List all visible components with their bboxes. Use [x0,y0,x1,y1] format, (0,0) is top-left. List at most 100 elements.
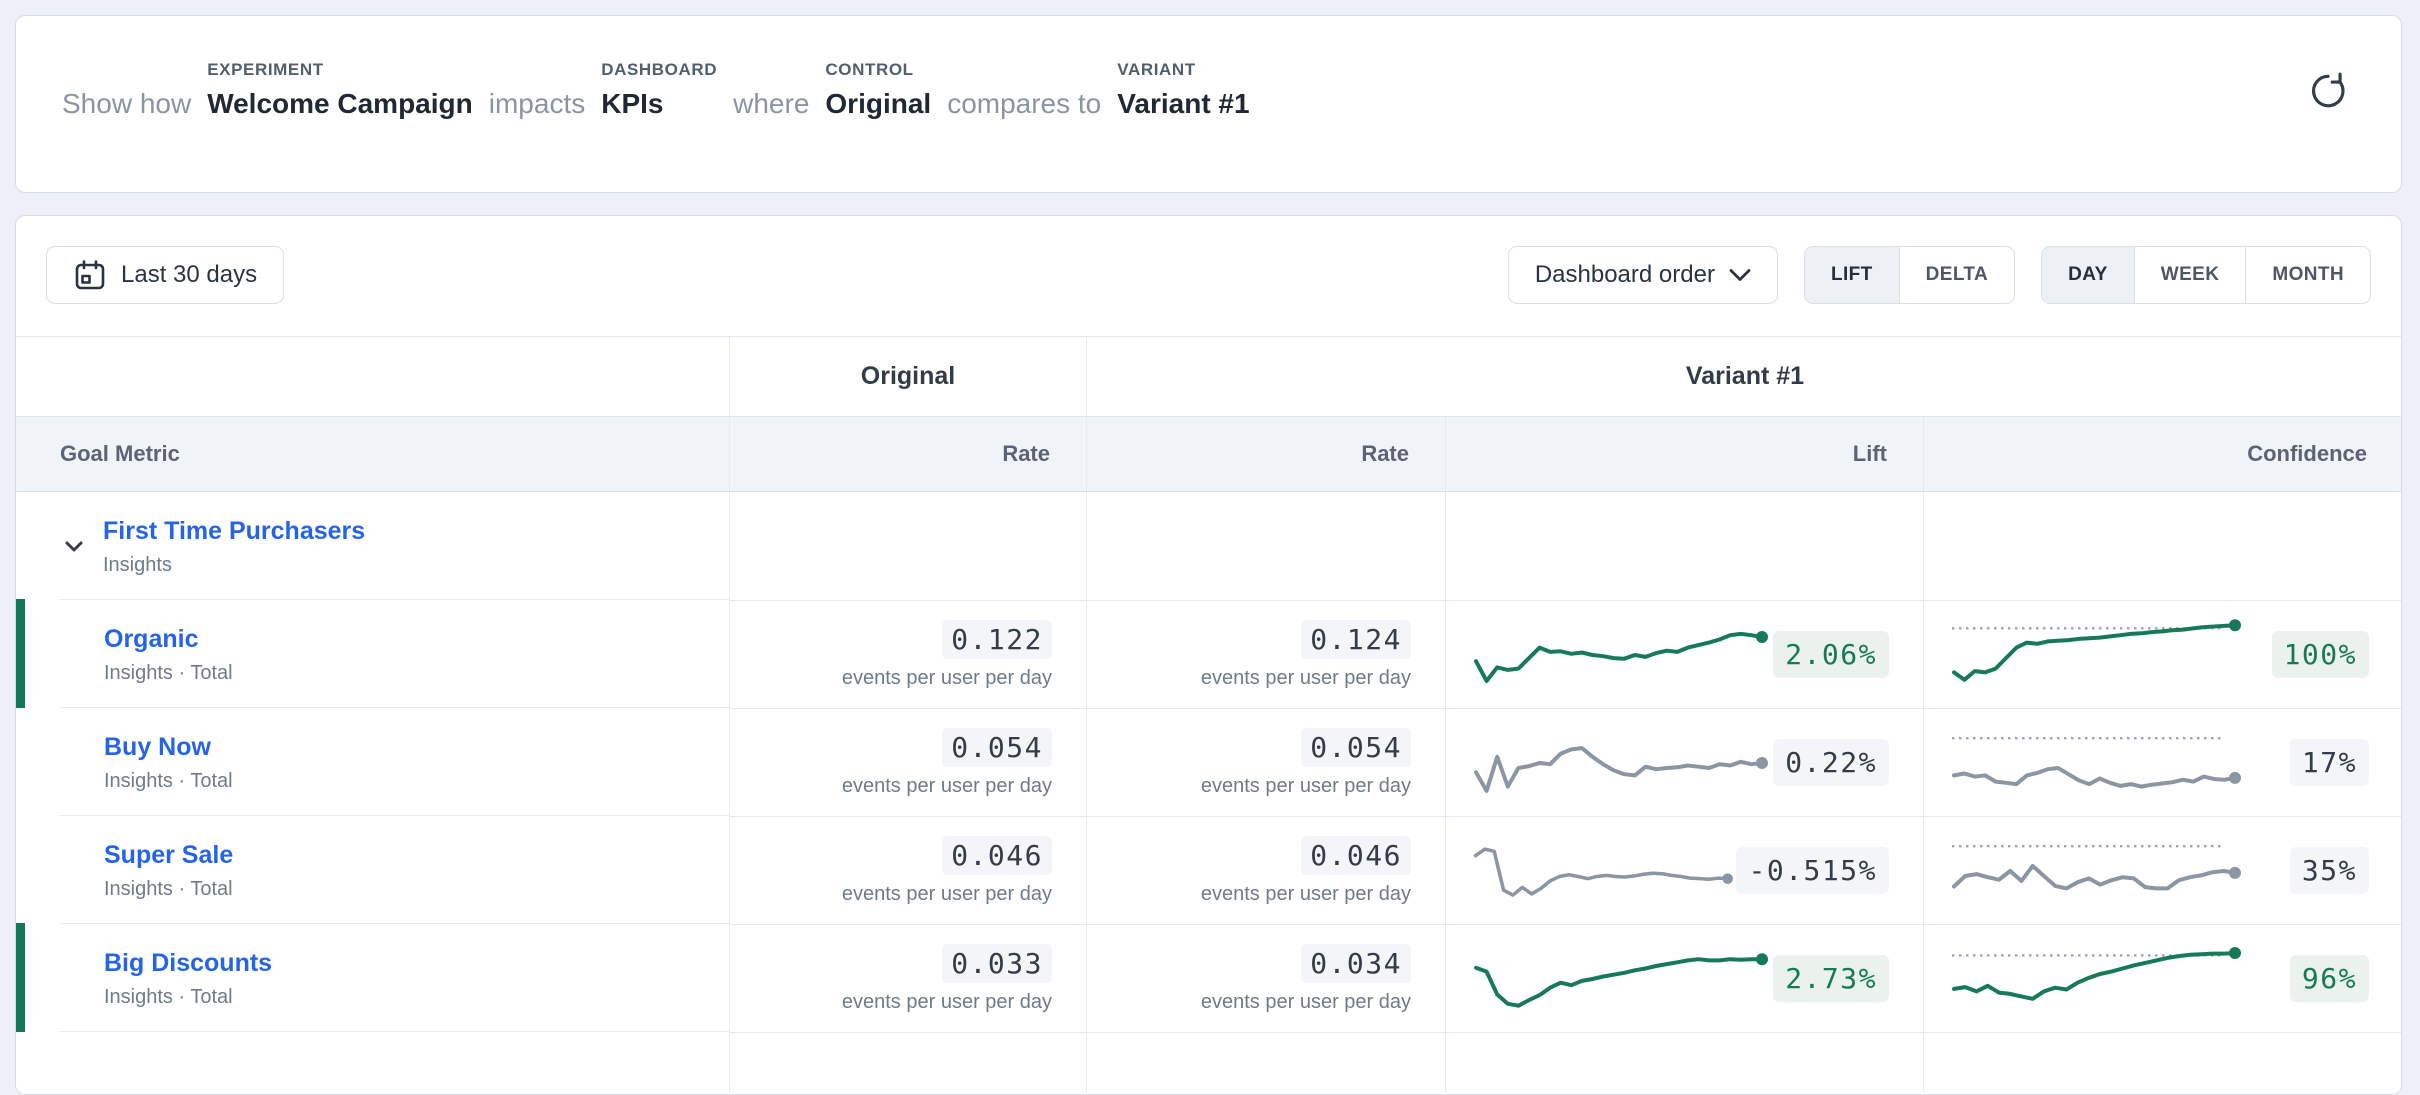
query-token-where: where [733,87,809,121]
confidence-cell: 17% [1924,708,2402,816]
confidence-cell: 35% [1924,816,2402,924]
variant-rate-value: 0.124 [1301,620,1411,659]
confidence-value: 100% [2272,631,2369,678]
group-metric-subtitle: Insights [103,554,365,577]
query-token-variant[interactable]: VARIANT Variant #1 [1117,60,1249,121]
metric-link[interactable]: Super Sale [104,841,233,869]
empty-group-cell [16,337,730,416]
granularity-toggle: DAYWEEKMONTH [2041,246,2371,304]
rate-unit: events per user per day [1201,775,1411,798]
refresh-button[interactable] [2307,70,2349,112]
lift-cell: 2.06% [1446,600,1924,708]
rate-unit: events per user per day [1201,883,1411,906]
segment-delta[interactable]: DELTA [1899,247,2015,303]
control-rate-cell: 0.046events per user per day [730,816,1087,924]
date-range-label: Last 30 days [121,261,257,289]
query-token-compares-to: compares to [947,87,1101,121]
rate-unit: events per user per day [1201,991,1411,1014]
variant-rate-cell: 0.124events per user per day [1087,600,1446,708]
rate-unit: events per user per day [842,883,1052,906]
lift-value: 2.06% [1773,631,1889,678]
segment-day[interactable]: DAY [2042,247,2134,303]
col-header-lift: Lift [1446,417,1924,491]
date-range-button[interactable]: Last 30 days [46,246,284,304]
control-rate-cell: 0.033events per user per day [730,924,1087,1032]
sparkline-chart [1472,830,1736,912]
confidence-cell: 100% [1924,600,2402,708]
query-token-text: compares to [947,87,1101,121]
variant-column-group: Variant #1 [1087,337,2402,416]
lift-delta-toggle: LIFTDELTA [1804,246,2015,304]
query-token-eyebrow: CONTROL [825,60,931,80]
metric-row-buy-now: Buy Now Insights · Total 0.054 events per u… [16,708,2401,816]
query-token-control[interactable]: CONTROLOriginal [825,60,931,121]
query-token-text: KPIs [601,87,717,121]
query-token-impacts: impacts [489,87,585,121]
metric-link[interactable]: Buy Now [104,733,211,761]
results-card: Last 30 days Dashboard order LIFTDELTA D… [15,215,2402,1095]
variant-rate-value: 0.046 [1301,836,1411,875]
group-metric-link[interactable]: First Time Purchasers [103,517,365,545]
query-sentence: Show how EXPERIMENT Welcome Campaign impact… [62,60,2307,149]
metric-subtitle: Insights · Total [104,878,233,901]
variant-rate-cell: 0.034 events per user per day [1087,924,1446,1032]
col-header-goal-metric: Goal Metric [16,417,730,491]
variant-rate-value: 0.054 [1301,728,1411,767]
control-rate-value: 0.033 [942,944,1052,983]
query-token-dashboard[interactable]: DASHBOARD KPIs [601,60,717,121]
control-rate-cell: 0.122 events per user per day [730,600,1087,708]
variant-rate-value: 0.034 [1301,944,1411,983]
query-token-show-how: Show how [62,87,191,121]
control-rate-cell: 0.054events per user per day [730,708,1087,816]
confidence-value: 96% [2290,955,2369,1002]
segment-week[interactable]: WEEK [2134,247,2246,303]
query-token-text: where [733,87,809,121]
variant-rate-cell: 0.054 events per user per day [1087,708,1446,816]
toolbar: Last 30 days Dashboard order LIFTDELTA D… [16,216,2401,336]
significance-accent-bar [16,599,25,708]
query-token-text: Show how [62,87,191,121]
confidence-value: 35% [2290,847,2369,894]
query-token-eyebrow: DASHBOARD [601,60,717,80]
metric-row-big-discounts: Big DiscountsInsights · Total0.033events… [16,924,2401,1032]
control-column-group: Original [730,337,1087,416]
sort-order-label: Dashboard order [1535,261,1715,289]
calendar-icon [73,258,107,292]
metric-subtitle: Insights · Total [104,770,233,793]
lift-value: 2.73% [1773,955,1889,1002]
metric-row-super-sale: Super Sale Insights · Total 0.046 events pe… [16,816,2401,924]
metric-row-organic: Organic Insights · Total 0.122 events per u… [16,600,2401,708]
query-builder-card: Show how EXPERIMENT Welcome Campaign impact… [15,15,2402,193]
next-row-partial [16,1032,2401,1092]
control-rate-value: 0.122 [942,620,1052,659]
sparkline-chart [1950,722,2245,804]
query-token-text: impacts [489,87,585,121]
variant-rate-cell: 0.046 events per user per day [1087,816,1446,924]
query-token-eyebrow: VARIANT [1117,60,1249,80]
metric-link[interactable]: Organic [104,625,198,653]
column-header-row: Goal Metric Rate Rate Lift Confidence [16,417,2401,492]
query-token-text: Variant #1 [1117,87,1249,121]
metric-link[interactable]: Big Discounts [104,949,272,977]
confidence-cell: 96% [1924,924,2402,1032]
chevron-down-icon [1729,268,1751,282]
sort-order-button[interactable]: Dashboard order [1508,246,1778,304]
query-token-eyebrow: EXPERIMENT [207,60,473,80]
group-row-first-time-purchasers: First Time Purchasers Insights [16,492,2401,600]
table-body: First Time Purchasers Insights Organic Insi… [16,492,2401,1032]
col-header-control-rate: Rate [730,417,1087,491]
query-token-experiment[interactable]: EXPERIMENT Welcome Campaign [207,60,473,121]
metric-subtitle: Insights · Total [104,662,233,685]
rate-unit: events per user per day [842,667,1052,690]
query-token-text: Welcome Campaign [207,87,473,121]
metrics-table: Original Variant #1 Goal Metric Rate Rat… [16,336,2401,1092]
metric-subtitle: Insights · Total [104,986,272,1009]
toolbar-right: Dashboard order LIFTDELTA DAYWEEKMONTH [1508,246,2371,304]
collapse-chevron-icon[interactable] [60,532,88,560]
segment-lift[interactable]: LIFT [1805,247,1899,303]
col-header-confidence: Confidence [1924,417,2402,491]
segment-month[interactable]: MONTH [2245,247,2370,303]
sparkline-chart [1472,938,1772,1020]
rate-unit: events per user per day [842,775,1052,798]
significance-accent-bar [16,923,25,1032]
